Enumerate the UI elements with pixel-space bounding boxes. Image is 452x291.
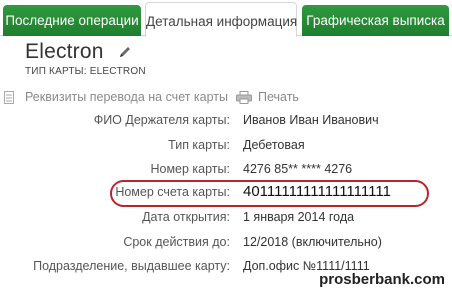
- document-icon: [4, 91, 14, 109]
- detail-row-card-number: Номер карты: 4276 85** **** 4276: [0, 162, 452, 182]
- card-title: Electron: [25, 40, 104, 63]
- detail-label: ФИО Держателя карты:: [93, 113, 230, 127]
- detail-value: 1 января 2014 года: [243, 210, 355, 224]
- card-type-label: ТИП КАРТЫ: ELECTRON: [25, 66, 146, 77]
- detail-label: Номер карты:: [150, 162, 230, 176]
- detail-label: Дата открытия:: [142, 210, 230, 224]
- detail-row-card-type: Тип карты: Дебетовая: [0, 138, 452, 158]
- watermark: prosberbank.com: [316, 270, 448, 289]
- printer-icon: [236, 91, 252, 109]
- detail-label: Подразделение, выдавшее карту:: [33, 259, 230, 273]
- detail-row-expiry: Срок действия до: 12/2018 (включительно): [0, 235, 452, 255]
- card-actions: Реквизиты перевода на счет карты Печать: [0, 89, 452, 107]
- detail-value: Иванов Иван Иванович: [243, 113, 379, 127]
- detail-row-holder: ФИО Держателя карты: Иванов Иван Иванови…: [0, 113, 452, 133]
- tab-bar: Последние операции Детальная информация …: [0, 0, 452, 37]
- print-link[interactable]: Печать: [258, 90, 299, 104]
- detail-value: 12/2018 (включительно): [243, 235, 382, 249]
- detail-label: Номер счета карты:: [115, 185, 230, 199]
- detail-row-open-date: Дата открытия: 1 января 2014 года: [0, 210, 452, 230]
- pencil-icon[interactable]: [118, 44, 132, 60]
- requisites-link[interactable]: Реквизиты перевода на счет карты: [25, 90, 228, 104]
- detail-value: 4276 85** **** 4276: [243, 162, 353, 176]
- tab-detailed-info[interactable]: Детальная информация: [145, 2, 297, 37]
- detail-label: Тип карты:: [168, 138, 230, 152]
- detail-value: 40111111111111111111: [243, 183, 391, 200]
- detail-row-account-number: Номер счета карты: 40111111111111111111: [0, 183, 452, 205]
- tab-graphic-statement[interactable]: Графическая выписка: [302, 5, 449, 36]
- detail-value: Дебетовая: [243, 138, 305, 152]
- detail-label: Срок действия до:: [123, 235, 230, 249]
- tab-recent-operations[interactable]: Последние операции: [3, 5, 141, 36]
